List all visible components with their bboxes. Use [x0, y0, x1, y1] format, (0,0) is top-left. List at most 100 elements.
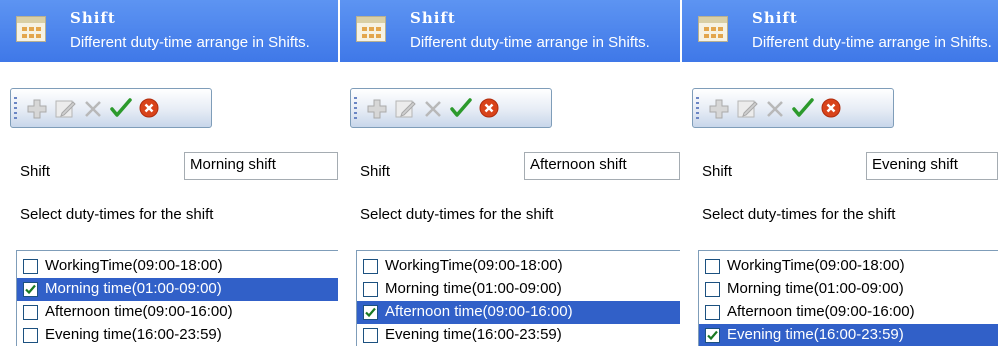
calendar-icon: [356, 16, 386, 42]
duty-time-label: Evening time(16:00-23:59): [45, 326, 222, 343]
duty-time-label: Afternoon time(09:00-16:00): [727, 303, 915, 320]
toolbar-grip-icon[interactable]: [14, 97, 17, 119]
duty-time-label: WorkingTime(09:00-18:00): [385, 257, 563, 274]
duty-time-label: Afternoon time(09:00-16:00): [45, 303, 233, 320]
shift-name-input[interactable]: Afternoon shift: [524, 152, 680, 180]
add-button[interactable]: [365, 95, 389, 121]
duty-time-label: Morning time(01:00-09:00): [385, 280, 562, 297]
delete-icon: [425, 101, 441, 117]
duty-times-label: Select duty-times for the shift: [702, 206, 896, 223]
duty-time-label: Evening time(16:00-23:59): [385, 326, 562, 343]
checkbox-unchecked[interactable]: [363, 328, 378, 343]
edit-icon: [737, 100, 758, 118]
checkbox-checked[interactable]: [23, 282, 38, 297]
duty-time-item[interactable]: WorkingTime(09:00-18:00): [17, 255, 338, 278]
delete-button[interactable]: [421, 95, 445, 121]
duty-time-label: Morning time(01:00-09:00): [45, 280, 222, 297]
checkbox-unchecked[interactable]: [23, 259, 38, 274]
duty-time-item[interactable]: Evening time(16:00-23:59): [17, 324, 338, 346]
duty-time-item[interactable]: WorkingTime(09:00-18:00): [357, 255, 680, 278]
duty-times-list: WorkingTime(09:00-18:00) Morning time(01…: [698, 250, 998, 346]
shift-name-input[interactable]: Morning shift: [184, 152, 338, 180]
cancel-icon: [479, 98, 499, 118]
add-icon: [367, 99, 387, 119]
header-subtitle: Different duty-time arrange in Shifts.: [70, 34, 310, 51]
add-icon: [27, 99, 47, 119]
duty-time-item-selected[interactable]: Afternoon time(09:00-16:00): [357, 301, 680, 324]
checkbox-unchecked[interactable]: [363, 282, 378, 297]
duty-time-item[interactable]: WorkingTime(09:00-18:00): [699, 255, 998, 278]
add-button[interactable]: [707, 95, 731, 121]
shift-label: Shift: [702, 163, 733, 180]
duty-time-item[interactable]: Morning time(01:00-09:00): [699, 278, 998, 301]
checkmark-icon: [25, 284, 36, 295]
checkbox-unchecked[interactable]: [705, 259, 720, 274]
panel-header: Shift Different duty-time arrange in Shi…: [0, 0, 338, 62]
delete-button[interactable]: [763, 95, 787, 121]
checkbox-checked[interactable]: [705, 328, 720, 343]
confirm-button[interactable]: [449, 95, 473, 121]
shift-label: Shift: [360, 163, 391, 180]
checkmark-icon: [707, 330, 718, 341]
duty-times-list: WorkingTime(09:00-18:00) Morning time(01…: [16, 250, 338, 346]
calendar-icon: [16, 16, 46, 42]
shift-panel-evening: Shift Different duty-time arrange in Shi…: [682, 0, 998, 346]
duty-time-label: Evening time(16:00-23:59): [727, 326, 904, 343]
header-title: Shift: [752, 9, 798, 27]
checkmark-icon: [365, 307, 376, 318]
cancel-button[interactable]: [477, 95, 501, 121]
panel-header: Shift Different duty-time arrange in Shi…: [340, 0, 680, 62]
cancel-button[interactable]: [819, 95, 843, 121]
confirm-button[interactable]: [791, 95, 815, 121]
duty-time-item-selected[interactable]: Evening time(16:00-23:59): [699, 324, 998, 346]
edit-icon: [55, 100, 76, 118]
header-title: Shift: [70, 9, 116, 27]
check-icon: [450, 98, 472, 117]
cancel-button[interactable]: [137, 95, 161, 121]
cancel-icon: [139, 98, 159, 118]
confirm-button[interactable]: [109, 95, 133, 121]
shift-name-input[interactable]: Evening shift: [866, 152, 998, 180]
checkbox-checked[interactable]: [363, 305, 378, 320]
toolbar-grip-icon[interactable]: [354, 97, 357, 119]
panel-header: Shift Different duty-time arrange in Shi…: [682, 0, 998, 62]
delete-icon: [85, 101, 101, 117]
add-icon: [709, 99, 729, 119]
duty-time-item[interactable]: Afternoon time(09:00-16:00): [699, 301, 998, 324]
edit-button[interactable]: [393, 95, 417, 121]
duty-times-label: Select duty-times for the shift: [360, 206, 554, 223]
header-subtitle: Different duty-time arrange in Shifts.: [752, 34, 992, 51]
delete-button[interactable]: [81, 95, 105, 121]
duty-times-label: Select duty-times for the shift: [20, 206, 214, 223]
duty-time-label: Morning time(01:00-09:00): [727, 280, 904, 297]
duty-time-label: WorkingTime(09:00-18:00): [45, 257, 223, 274]
edit-button[interactable]: [53, 95, 77, 121]
duty-time-label: WorkingTime(09:00-18:00): [727, 257, 905, 274]
duty-time-item[interactable]: Afternoon time(09:00-16:00): [17, 301, 338, 324]
shift-panel-morning: Shift Different duty-time arrange in Shi…: [0, 0, 338, 346]
delete-icon: [767, 101, 783, 117]
duty-time-label: Afternoon time(09:00-16:00): [385, 303, 573, 320]
duty-time-item[interactable]: Evening time(16:00-23:59): [357, 324, 680, 346]
checkbox-unchecked[interactable]: [23, 328, 38, 343]
toolbar: [692, 88, 894, 128]
checkbox-unchecked[interactable]: [705, 305, 720, 320]
check-icon: [110, 98, 132, 117]
cancel-icon: [821, 98, 841, 118]
calendar-icon: [698, 16, 728, 42]
duty-time-item[interactable]: Morning time(01:00-09:00): [357, 278, 680, 301]
checkbox-unchecked[interactable]: [23, 305, 38, 320]
check-icon: [792, 98, 814, 117]
shift-panel-afternoon: Shift Different duty-time arrange in Shi…: [340, 0, 680, 346]
edit-button[interactable]: [735, 95, 759, 121]
shift-label: Shift: [20, 163, 51, 180]
checkbox-unchecked[interactable]: [363, 259, 378, 274]
add-button[interactable]: [25, 95, 49, 121]
duty-time-item-selected[interactable]: Morning time(01:00-09:00): [17, 278, 338, 301]
toolbar-grip-icon[interactable]: [696, 97, 699, 119]
duty-times-list: WorkingTime(09:00-18:00) Morning time(01…: [356, 250, 680, 346]
checkbox-unchecked[interactable]: [705, 282, 720, 297]
toolbar: [10, 88, 212, 128]
edit-icon: [395, 100, 416, 118]
toolbar: [350, 88, 552, 128]
